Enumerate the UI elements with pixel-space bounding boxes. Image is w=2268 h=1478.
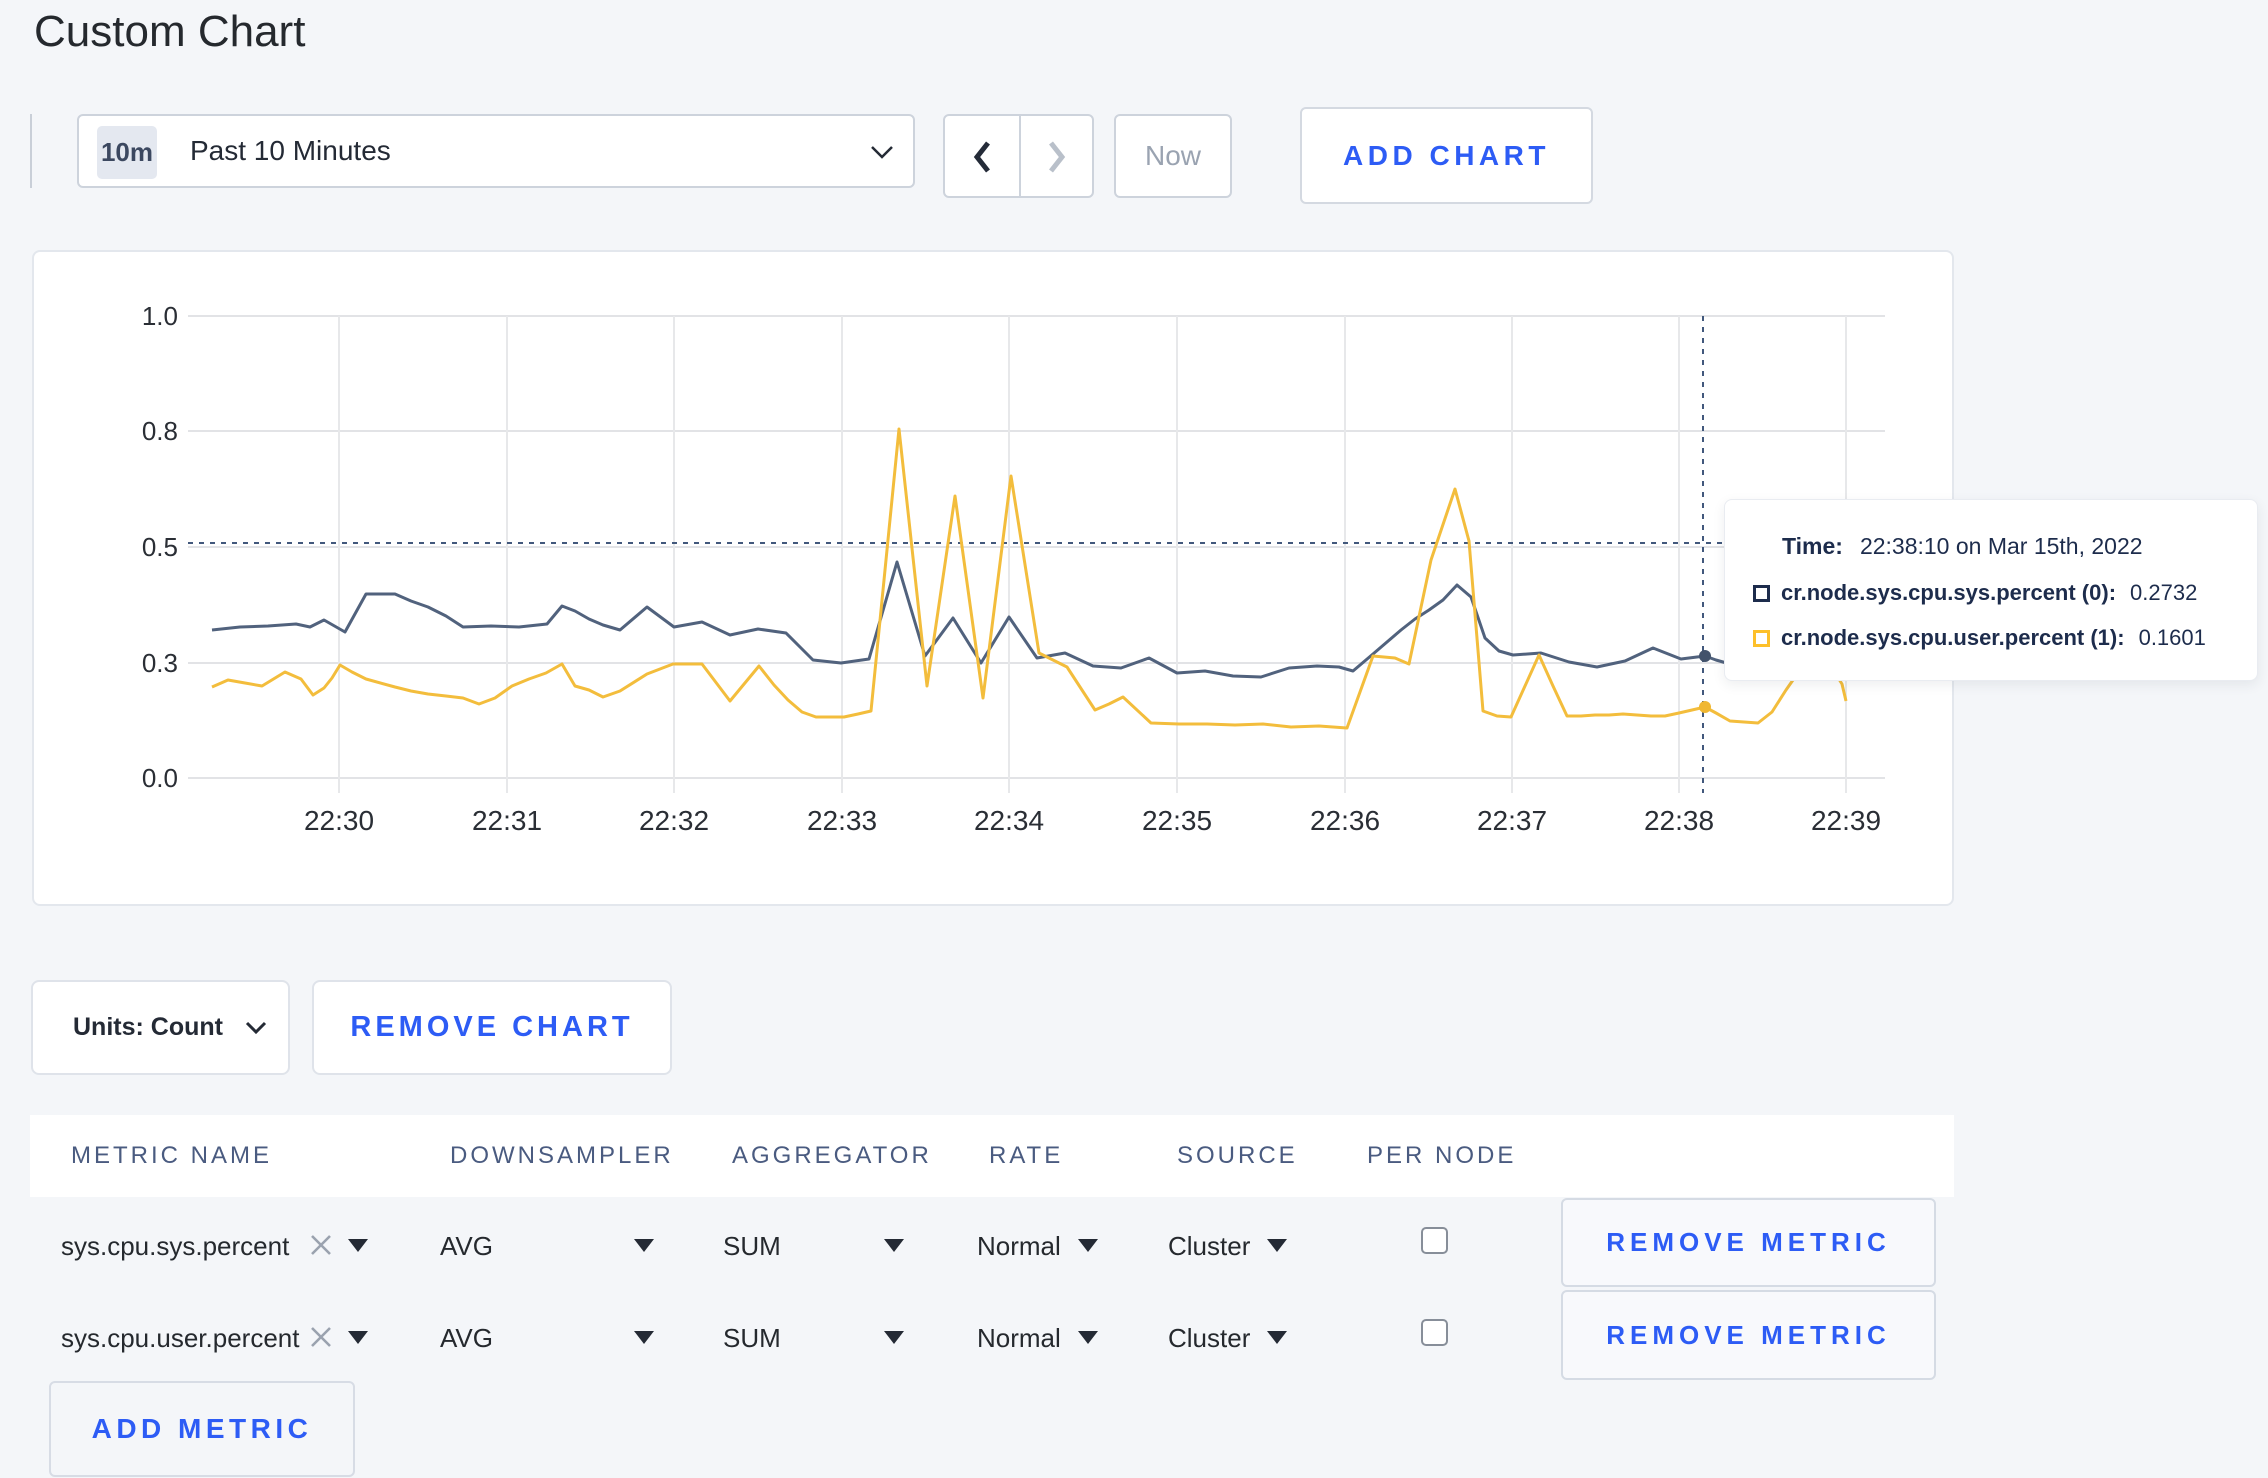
svg-text:0.0: 0.0 (142, 763, 178, 793)
svg-text:22:31: 22:31 (472, 805, 542, 836)
svg-text:22:33: 22:33 (807, 805, 877, 836)
svg-text:22:39: 22:39 (1811, 805, 1881, 836)
svg-text:0.3: 0.3 (142, 648, 178, 678)
svg-text:22:35: 22:35 (1142, 805, 1212, 836)
svg-text:22:30: 22:30 (304, 805, 374, 836)
svg-text:22:38: 22:38 (1644, 805, 1714, 836)
svg-text:0.5: 0.5 (142, 532, 178, 562)
svg-text:0.8: 0.8 (142, 416, 178, 446)
svg-text:1.0: 1.0 (142, 301, 178, 331)
svg-text:22:36: 22:36 (1310, 805, 1380, 836)
svg-text:22:32: 22:32 (639, 805, 709, 836)
svg-text:22:34: 22:34 (974, 805, 1044, 836)
svg-text:22:37: 22:37 (1477, 805, 1547, 836)
